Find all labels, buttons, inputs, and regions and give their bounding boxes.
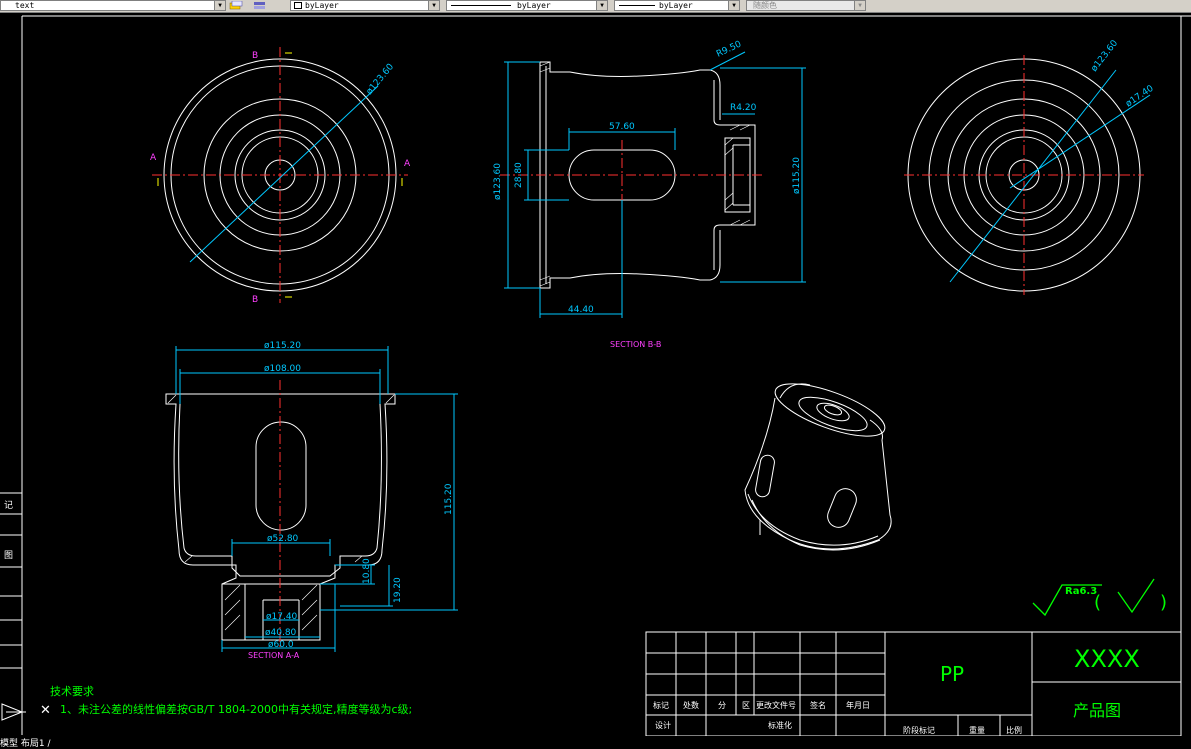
header-signature: 签名 — [810, 700, 826, 710]
chevron-down-icon[interactable]: ▼ — [596, 1, 607, 10]
chevron-down-icon[interactable]: ▼ — [728, 1, 739, 10]
section-b-b-label: SECTION B-B — [610, 340, 661, 349]
tech-line-1: 1、未注公差的线性偏差按GB/T 1804-2000中有关规定,精度等级为c级; — [60, 703, 413, 716]
dim-b1: ø40.80 — [265, 628, 297, 638]
chevron-down-icon[interactable]: ▼ — [428, 1, 439, 10]
dim-inner: ø52.80 — [267, 534, 299, 544]
dim-diameter: ø123.60 — [365, 62, 397, 97]
roughness-value: Ra6.3 — [1065, 586, 1097, 597]
roughness-paren-left: ( — [1094, 592, 1101, 613]
layer-states-icon[interactable] — [253, 1, 267, 10]
header-part: 分 — [718, 701, 726, 710]
section-marker-b-bottom: B — [252, 295, 258, 305]
dim-r4: R4.20 — [730, 103, 757, 113]
tech-title: 技术要求 — [50, 685, 94, 698]
dim-bottom: 44.40 — [568, 305, 594, 315]
dim-b2: ø60.0 — [268, 640, 294, 650]
dim-boss: 19.20 — [393, 577, 403, 603]
roughness-paren-right: ) — [1160, 592, 1167, 613]
weight-label: 重量 — [969, 725, 985, 735]
drawing-name: 产品图 — [1073, 701, 1121, 720]
layer-color-dropdown[interactable]: byLayer ▼ — [290, 0, 440, 11]
section-marker-a-right: A — [404, 159, 411, 169]
dim-r-top: R9.50 — [715, 39, 743, 59]
header-change-doc: 更改文件号 — [756, 700, 796, 710]
dim-slot-width: 28.80 — [514, 162, 524, 188]
drawing-code: XXXX — [1074, 645, 1140, 673]
dim-top2: ø108.00 — [264, 364, 301, 374]
dim-outer-right: ø123.60 — [1089, 38, 1120, 74]
plot-style-dropdown[interactable]: 随颜色 ▼ — [746, 0, 866, 11]
surface-roughness-symbol: Ra6.3 ( ) — [1032, 578, 1167, 617]
header-mark: 标记 — [653, 700, 669, 710]
color-swatch-icon — [294, 2, 302, 9]
top-view-left: ø123.60 B B A A — [150, 47, 411, 305]
dim-slot-length: 57.60 — [609, 122, 635, 132]
dim-outer: ø123.60 — [493, 163, 503, 200]
strip-label-2: 图 — [4, 550, 13, 561]
isometric-view — [744, 383, 892, 551]
linetype-value: byLayer — [517, 1, 551, 10]
dim-top1: ø115.20 — [264, 341, 301, 351]
strip-label-1: 记 — [4, 500, 13, 511]
chevron-down-icon[interactable]: ▼ — [854, 1, 865, 10]
header-zone: 区 — [742, 701, 750, 710]
header-date: 年月日 — [846, 700, 870, 710]
dim-height: 115.20 — [444, 483, 454, 515]
properties-toolbar: text ▼ byLayer ▼ byLayer ▼ byLayer ▼ 随颜色… — [0, 0, 1191, 13]
stage-mark-label: 阶段标记 — [903, 725, 935, 735]
layer-manager-icon[interactable] — [229, 1, 243, 10]
header-count: 处数 — [683, 700, 699, 710]
linetype-preview — [451, 5, 511, 6]
dim-hole: ø17.40 — [266, 612, 298, 622]
dim-inner-right: ø17.40 — [1124, 84, 1156, 110]
material-text: PP — [940, 662, 964, 686]
standardize-label: 标准化 — [768, 720, 792, 730]
cursor-crosshair-icon: ✕ — [40, 703, 51, 718]
text-style-value: text — [15, 1, 35, 10]
section-b-b: ø123.60 28.80 57.60 ø115.20 44.40 R9.50 … — [493, 39, 806, 349]
dim-right: ø115.20 — [792, 157, 802, 194]
section-a-a-label: SECTION A-A — [248, 651, 300, 660]
section-a-a: ø115.20 ø108.00 115.20 ø52.80 10.80 19.2… — [165, 341, 458, 660]
check-mark-icon — [1117, 578, 1155, 614]
plot-style-value: 随颜色 — [753, 1, 777, 10]
section-marker-a-left: A — [150, 153, 157, 163]
lineweight-value: byLayer — [659, 1, 693, 10]
left-binding-strip — [0, 492, 22, 669]
lineweight-preview — [619, 5, 655, 6]
drawing-canvas[interactable]: 记 图 ø123.60 B B A A ø123.60 28.80 57.60 … — [0, 13, 1191, 736]
top-view-right: ø123.60 ø17.40 — [904, 38, 1156, 295]
chevron-down-icon[interactable]: ▼ — [214, 1, 225, 10]
lineweight-dropdown[interactable]: byLayer ▼ — [614, 0, 740, 11]
drawing-border — [21, 15, 1191, 735]
text-style-dropdown[interactable]: text ▼ — [0, 0, 226, 11]
design-label: 设计 — [655, 720, 671, 730]
scale-label: 比例 — [1006, 725, 1022, 735]
section-marker-b-top: B — [252, 51, 258, 61]
linetype-dropdown[interactable]: byLayer ▼ — [446, 0, 608, 11]
dim-step: 10.80 — [362, 558, 372, 584]
layer-color-value: byLayer — [305, 1, 339, 10]
title-block-text: 标记 处数 分 区 更改文件号 签名 年月日 设计 标准化 阶段标记 重量 比例… — [653, 645, 1140, 735]
